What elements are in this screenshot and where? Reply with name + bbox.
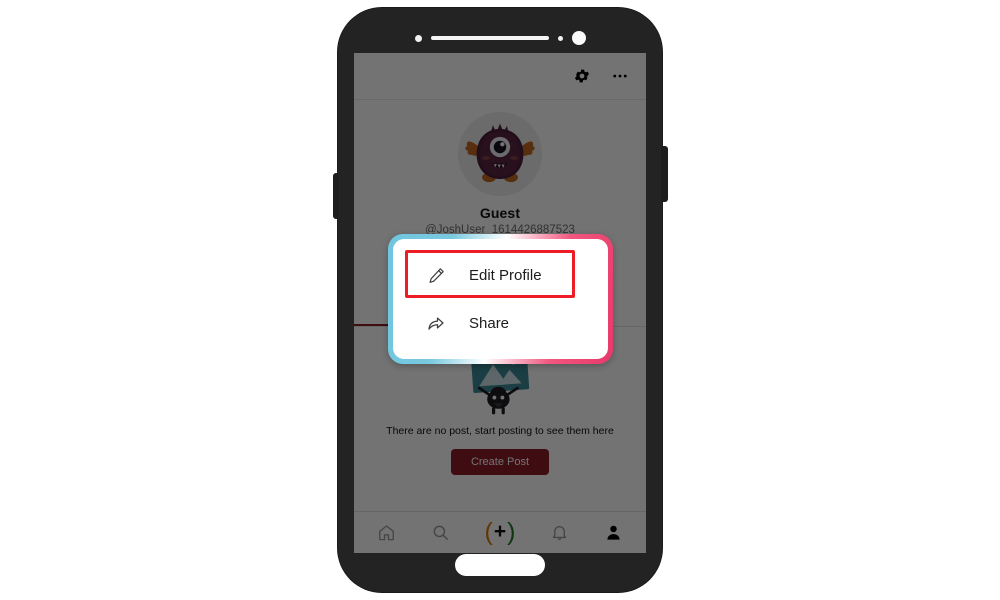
power-button[interactable] <box>661 146 668 202</box>
earpiece-speaker-icon <box>430 36 549 40</box>
pencil-icon <box>425 264 447 286</box>
share-arrow-icon <box>425 312 447 334</box>
proximity-sensor-icon <box>414 34 422 42</box>
menu-item-share-label: Share <box>469 314 510 332</box>
volume-button[interactable] <box>333 173 339 219</box>
phone-top-sensors <box>338 30 662 46</box>
profile-options-popup: Edit Profile Share <box>388 234 613 364</box>
home-button[interactable] <box>455 554 545 576</box>
screenshot-stage: Guest @JoshUser_1614426887523 <box>0 0 1000 600</box>
menu-item-edit-profile[interactable]: Edit Profile <box>393 251 608 299</box>
front-camera-icon <box>571 31 586 45</box>
light-sensor-icon <box>557 35 563 41</box>
menu-item-share[interactable]: Share <box>393 299 608 347</box>
menu-item-edit-profile-label: Edit Profile <box>469 266 542 284</box>
profile-options-popup-body: Edit Profile Share <box>393 239 608 359</box>
